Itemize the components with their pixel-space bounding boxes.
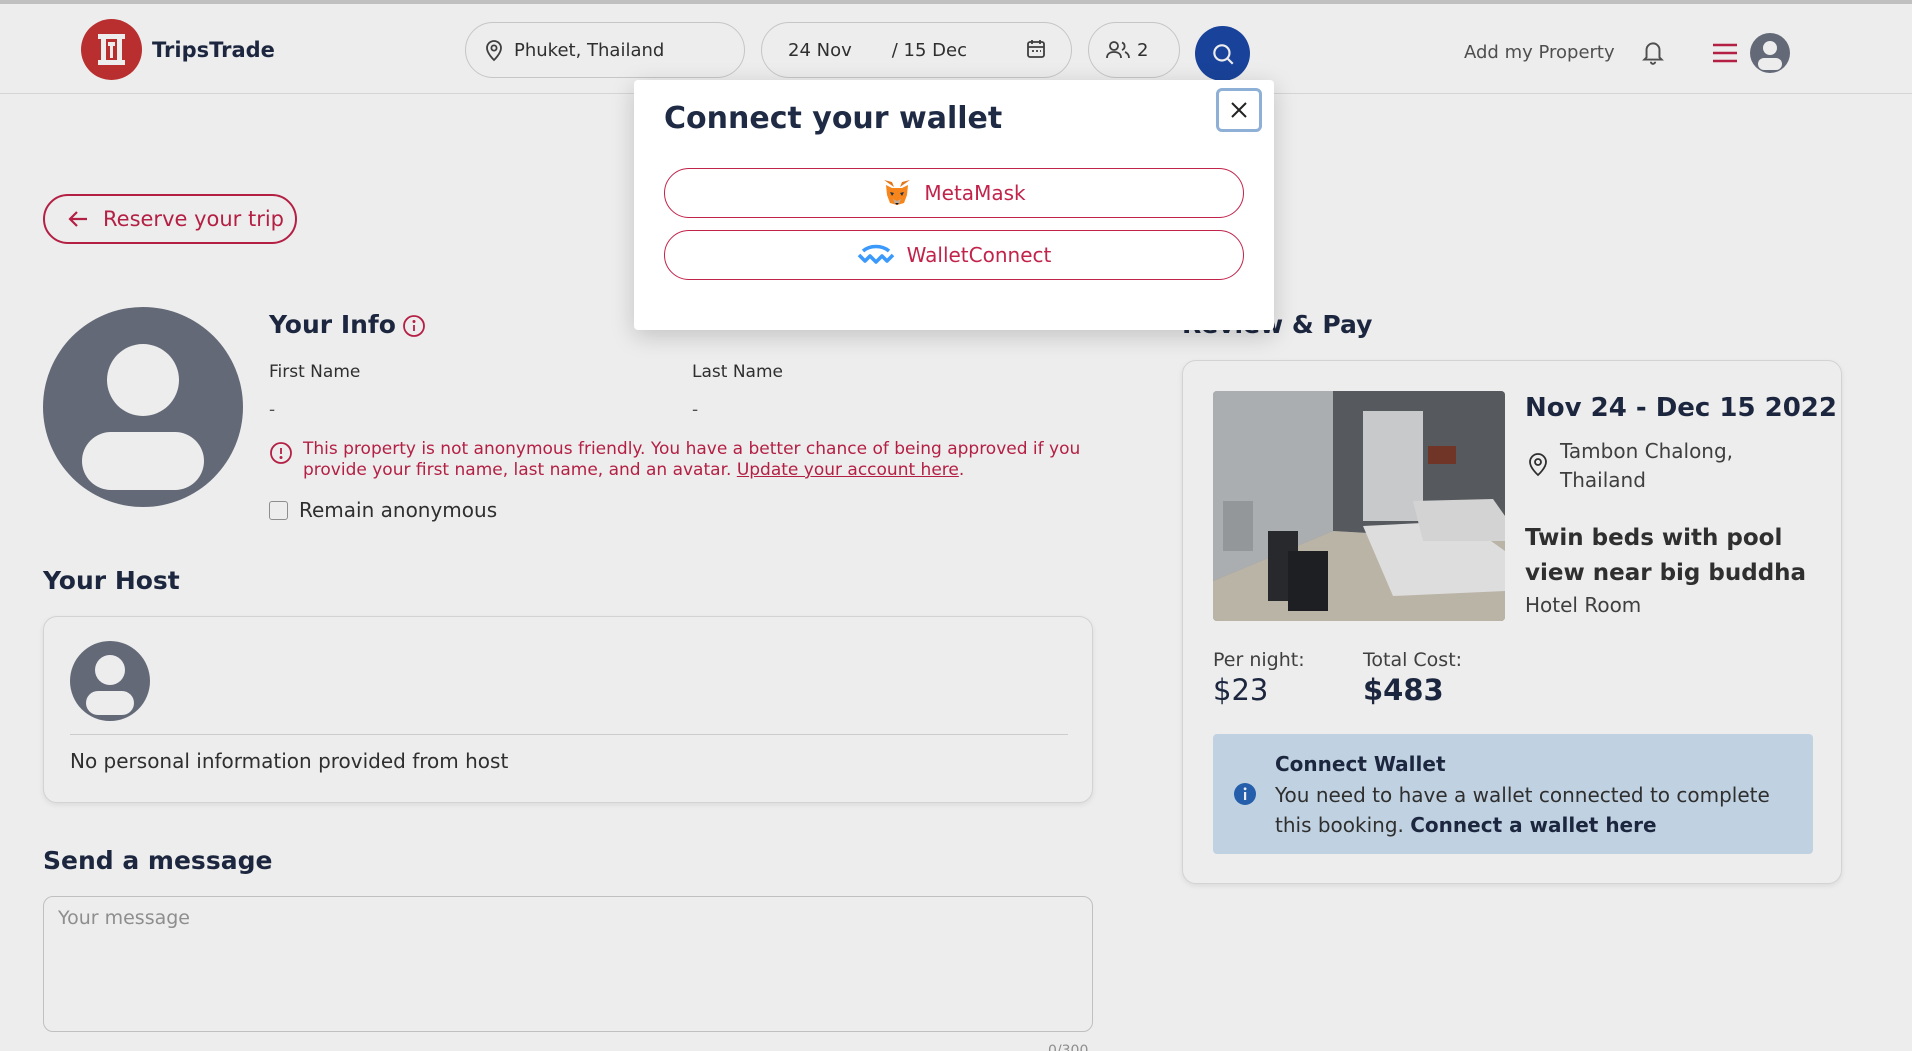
connect-wallet-modal: Connect your wallet MetaMask WalletConne… bbox=[634, 80, 1274, 330]
close-icon bbox=[1231, 102, 1247, 118]
walletconnect-button[interactable]: WalletConnect bbox=[664, 230, 1244, 280]
modal-title: Connect your wallet bbox=[664, 101, 1003, 136]
metamask-fox-icon bbox=[884, 180, 911, 205]
walletconnect-icon bbox=[857, 244, 894, 264]
close-button[interactable] bbox=[1216, 88, 1262, 132]
metamask-button[interactable]: MetaMask bbox=[664, 168, 1244, 218]
walletconnect-label: WalletConnect bbox=[906, 243, 1052, 267]
metamask-label: MetaMask bbox=[924, 181, 1026, 205]
